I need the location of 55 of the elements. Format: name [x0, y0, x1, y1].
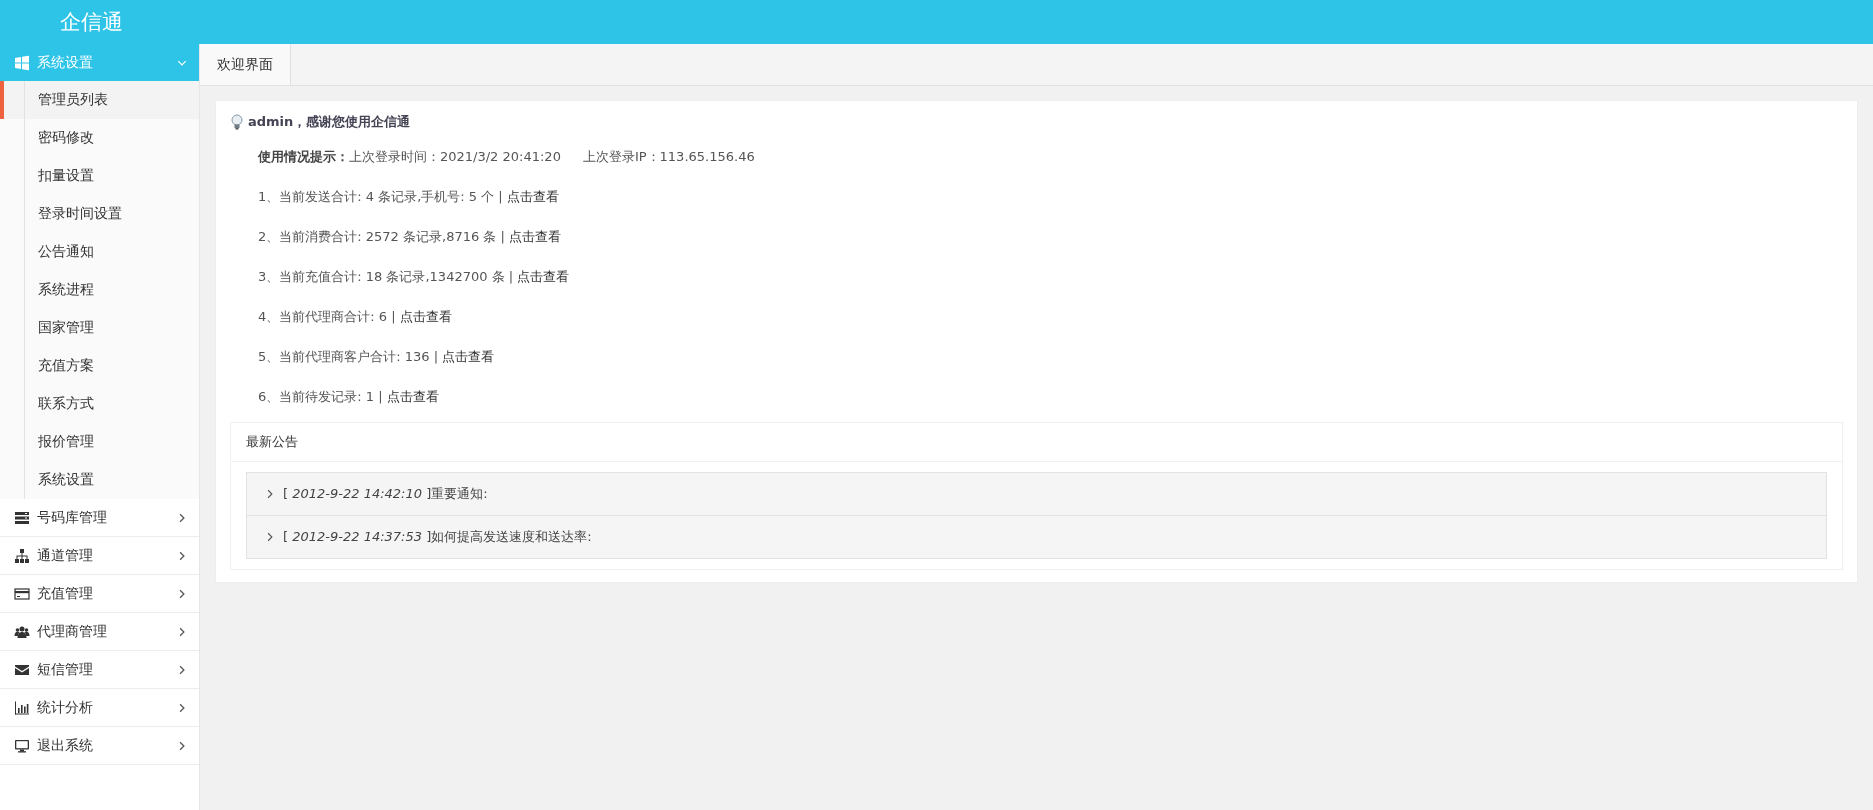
menu-group[interactable]: 充值管理	[0, 575, 199, 613]
view-link[interactable]: 点击查看	[442, 348, 495, 366]
view-link[interactable]: 点击查看	[508, 228, 561, 246]
sitemap-icon	[14, 547, 30, 564]
greeting-text: admin，感谢您使用企信通	[248, 113, 411, 131]
chevron-icon	[177, 512, 187, 523]
chevron-icon	[177, 702, 187, 713]
submenu-item[interactable]: 公告通知	[0, 233, 199, 271]
menu-group[interactable]: 统计分析	[0, 689, 199, 727]
bar-chart-icon	[14, 699, 30, 716]
windows-icon	[14, 54, 30, 71]
submenu-item[interactable]: 报价管理	[0, 423, 199, 461]
notice-item[interactable]: [ 2012-9-22 14:37:53 ]如何提高发送速度和送达率:	[247, 515, 1826, 558]
view-link[interactable]: 点击查看	[386, 388, 439, 406]
stat-text: 6、当前待发记录: 1 |	[258, 388, 383, 406]
lightbulb-icon	[230, 114, 244, 130]
stat-text: 3、当前充值合计: 18 条记录,1342700 条 |	[258, 268, 514, 286]
submenu-item[interactable]: 登录时间设置	[0, 195, 199, 233]
server-icon	[14, 509, 30, 526]
stat-text: 4、当前代理商合计: 6 |	[258, 308, 396, 326]
submenu-item[interactable]: 联系方式	[0, 385, 199, 423]
credit-card-icon	[14, 585, 30, 602]
submenu-item[interactable]: 系统进程	[0, 271, 199, 309]
tab[interactable]: 欢迎界面	[200, 44, 291, 85]
submenu-item[interactable]: 管理员列表	[0, 81, 199, 119]
chevron-icon	[177, 588, 187, 599]
menu-group[interactable]: 号码库管理	[0, 499, 199, 537]
submenu-item[interactable]: 系统设置	[0, 461, 199, 499]
submenu-item[interactable]: 充值方案	[0, 347, 199, 385]
menu-group[interactable]: 通道管理	[0, 537, 199, 575]
chevron-icon	[177, 664, 187, 675]
chevron-icon	[177, 740, 187, 751]
view-link[interactable]: 点击查看	[399, 308, 452, 326]
stat-text: 1、当前发送合计: 4 条记录,手机号: 5 个 |	[258, 188, 503, 206]
chevron-icon	[177, 550, 187, 561]
submenu-item[interactable]: 密码修改	[0, 119, 199, 157]
app-title: 企信通	[60, 9, 123, 36]
chevron-icon	[265, 532, 275, 542]
monitor-icon	[14, 737, 30, 754]
usage-label: 使用情况提示：	[258, 148, 349, 166]
notice-title: 最新公告	[231, 423, 1842, 462]
stat-text: 5、当前代理商客户合计: 136 |	[258, 348, 439, 366]
stat-text: 2、当前消费合计: 2572 条记录,8716 条 |	[258, 228, 505, 246]
notice-item[interactable]: [ 2012-9-22 14:42:10 ]重要通知:	[247, 473, 1826, 515]
view-link[interactable]: 点击查看	[506, 188, 559, 206]
menu-group[interactable]: 退出系统	[0, 727, 199, 765]
menu-group[interactable]: 代理商管理	[0, 613, 199, 651]
chevron-icon	[265, 489, 275, 499]
submenu-item[interactable]: 国家管理	[0, 309, 199, 347]
chevron-icon	[177, 626, 187, 637]
last-login-ip: 上次登录IP：113.65.156.46	[582, 148, 755, 166]
submenu-item[interactable]: 扣量设置	[0, 157, 199, 195]
menu-group[interactable]: 短信管理	[0, 651, 199, 689]
view-link[interactable]: 点击查看	[517, 268, 570, 286]
last-login-time: 上次登录时间：2021/3/2 20:41:20	[349, 148, 561, 166]
